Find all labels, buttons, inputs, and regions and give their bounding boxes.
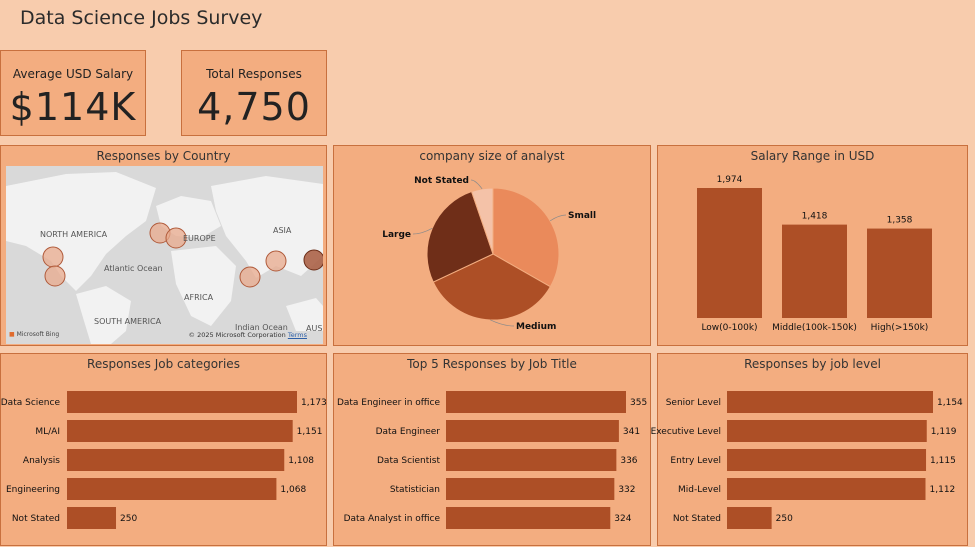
hbar-3-label-1: Data Engineer	[376, 427, 441, 437]
pie-label-medium: Medium	[516, 322, 556, 332]
hbar-2-label-0: Data Science	[1, 398, 61, 408]
map-label-europe: EUROPE	[183, 234, 216, 243]
hbar-4-label-4: Not Stated	[673, 514, 721, 524]
hbar-3-value-1: 341	[623, 427, 640, 437]
dashboard-title: Data Science Jobs Survey	[20, 7, 263, 29]
hbar-4-value-2: 1,115	[930, 456, 956, 466]
bubble-japan	[303, 249, 323, 271]
pie-label-large: Large	[382, 230, 411, 240]
hbar-2-bar-0[interactable]	[67, 391, 297, 413]
hbar-2-value-2: 1,108	[288, 456, 314, 466]
hbar-3-value-4: 324	[614, 514, 631, 524]
hbar-2-bar-4[interactable]	[67, 507, 117, 529]
map-copyright: © 2025 Microsoft Corporation Terms	[188, 331, 307, 339]
kpi-card-responses[interactable]: Total Responses 4,750	[181, 50, 327, 136]
bubble-usa-south	[44, 265, 66, 287]
pie-label-not-stated: Not Stated	[414, 176, 469, 186]
bing-logo: ■ Microsoft Bing	[9, 331, 60, 338]
hbar-4-value-0: 1,154	[937, 398, 963, 408]
hbar-4-bar-1[interactable]	[727, 420, 927, 442]
hbar-4-value-1: 1,119	[931, 427, 957, 437]
country-map-panel[interactable]: Responses by Country NORTH AMERICA EUROP…	[0, 145, 327, 346]
map-land-shapes	[6, 172, 323, 344]
map-label-aus: AUS	[306, 324, 323, 333]
hbar-2-label-3: Engineering	[6, 485, 60, 495]
map-label-atlantic: Atlantic Ocean	[104, 264, 163, 273]
salary-bar-category-2: High(>150k)	[871, 323, 929, 333]
hbar-3-bar-1[interactable]	[446, 420, 619, 442]
hbar-2-bar-2[interactable]	[67, 449, 285, 471]
hbar-2-value-1: 1,151	[297, 427, 323, 437]
job-title-chart[interactable]: Data Engineer in office 355 Data Engineer 3…	[334, 354, 652, 547]
hbar-4-bar-2[interactable]	[727, 449, 927, 471]
job-level-panel[interactable]: Responses by job level Senior Level 1,154…	[651, 353, 969, 547]
salary-bar-value-1: 1,418	[802, 212, 828, 222]
hbar-3-label-0: Data Engineer in office	[337, 398, 441, 408]
job-categories-chart[interactable]: Data Science 1,173 ML/AI 1,151 Analysis 1,108…	[1, 354, 328, 547]
hbar-4-bar-3[interactable]	[727, 478, 926, 500]
world-map[interactable]: NORTH AMERICA EUROPE ASIA Atlantic Ocean…	[6, 166, 323, 344]
job-title-panel[interactable]: Top 5 Responses by Job Title Data Engine…	[333, 353, 651, 546]
salary-bar-1[interactable]	[782, 224, 847, 318]
hbar-3-value-0: 355	[630, 398, 647, 408]
hbar-3-bar-4[interactable]	[446, 507, 611, 529]
pie-leader-medium	[490, 319, 515, 327]
salary-bar-value-2: 1,358	[887, 216, 913, 226]
bubble-india	[239, 266, 261, 288]
pie-chart[interactable]: Small Medium Large Not Stated	[334, 146, 652, 347]
hbar-3-bar-2[interactable]	[446, 449, 617, 471]
hbar-2-label-2: Analysis	[23, 456, 60, 466]
map-label-africa: AFRICA	[184, 293, 214, 302]
map-label-north-america: NORTH AMERICA	[40, 230, 108, 239]
pie-leader-small	[549, 214, 567, 222]
hbar-2-value-3: 1,068	[280, 485, 306, 495]
hbar-2-label-4: Not Stated	[12, 514, 60, 524]
pie-label-small: Small	[568, 211, 596, 221]
pie-leader-not-stated	[470, 179, 483, 190]
pie-leader-large	[412, 227, 433, 235]
salary-bar-value-0: 1,974	[717, 175, 743, 185]
hbar-4-label-3: Mid-Level	[678, 485, 721, 495]
hbar-4-value-4: 250	[776, 514, 793, 524]
hbar-3-value-2: 336	[620, 456, 637, 466]
hbar-4-label-2: Entry Level	[670, 456, 721, 466]
kpi-card-salary[interactable]: Average USD Salary $114K	[0, 50, 146, 136]
kpi-salary-value: $114K	[9, 85, 137, 129]
salary-bar-category-1: Middle(100k-150k)	[772, 323, 857, 333]
hbar-4-bar-4[interactable]	[727, 507, 772, 529]
map-label-south-america: SOUTH AMERICA	[94, 317, 162, 326]
hbar-4-label-0: Senior Level	[666, 398, 721, 408]
salary-bar-category-0: Low(0-100k)	[701, 323, 757, 333]
hbar-3-label-4: Data Analyst in office	[344, 514, 441, 524]
hbar-3-bar-0[interactable]	[446, 391, 626, 413]
map-title: Responses by Country	[96, 149, 231, 163]
salary-range-chart[interactable]: 1,974 Low(0-100k) 1,418 Middle(100k-150k) 1,…	[658, 146, 969, 347]
company-size-panel[interactable]: company size of analyst Small Medium Large…	[333, 145, 651, 346]
hbar-3-bar-3[interactable]	[446, 478, 615, 500]
kpi-responses-value: 4,750	[197, 85, 311, 129]
job-level-chart[interactable]: Senior Level 1,154 Executive Level 1,119 Ent…	[651, 354, 969, 547]
hbar-2-label-1: ML/AI	[35, 427, 60, 437]
salary-bar-0[interactable]	[697, 188, 762, 318]
hbar-2-value-4: 250	[120, 514, 137, 524]
hbar-2-bar-3[interactable]	[67, 478, 277, 500]
kpi-salary-label: Average USD Salary	[12, 67, 134, 81]
salary-bar-2[interactable]	[867, 228, 932, 318]
hbar-3-label-2: Data Scientist	[377, 456, 440, 466]
hbar-4-value-3: 1,112	[930, 485, 956, 495]
job-categories-panel[interactable]: Responses Job categories Data Science 1,1…	[0, 353, 327, 546]
hbar-2-bar-1[interactable]	[67, 420, 293, 442]
map-label-asia: ASIA	[273, 226, 292, 235]
hbar-4-label-1: Executive Level	[651, 427, 721, 437]
bubble-china	[265, 250, 287, 272]
hbar-3-value-3: 332	[618, 485, 635, 495]
hbar-3-label-3: Statistician	[390, 485, 440, 495]
kpi-responses-label: Total Responses	[206, 67, 302, 81]
salary-range-panel[interactable]: Salary Range in USD 1,974 Low(0-100k) 1,41…	[657, 145, 968, 346]
hbar-4-bar-0[interactable]	[727, 391, 933, 413]
bubble-usa-west	[42, 246, 64, 268]
hbar-2-value-0: 1,173	[301, 398, 327, 408]
terms-link[interactable]: Terms	[288, 331, 307, 339]
